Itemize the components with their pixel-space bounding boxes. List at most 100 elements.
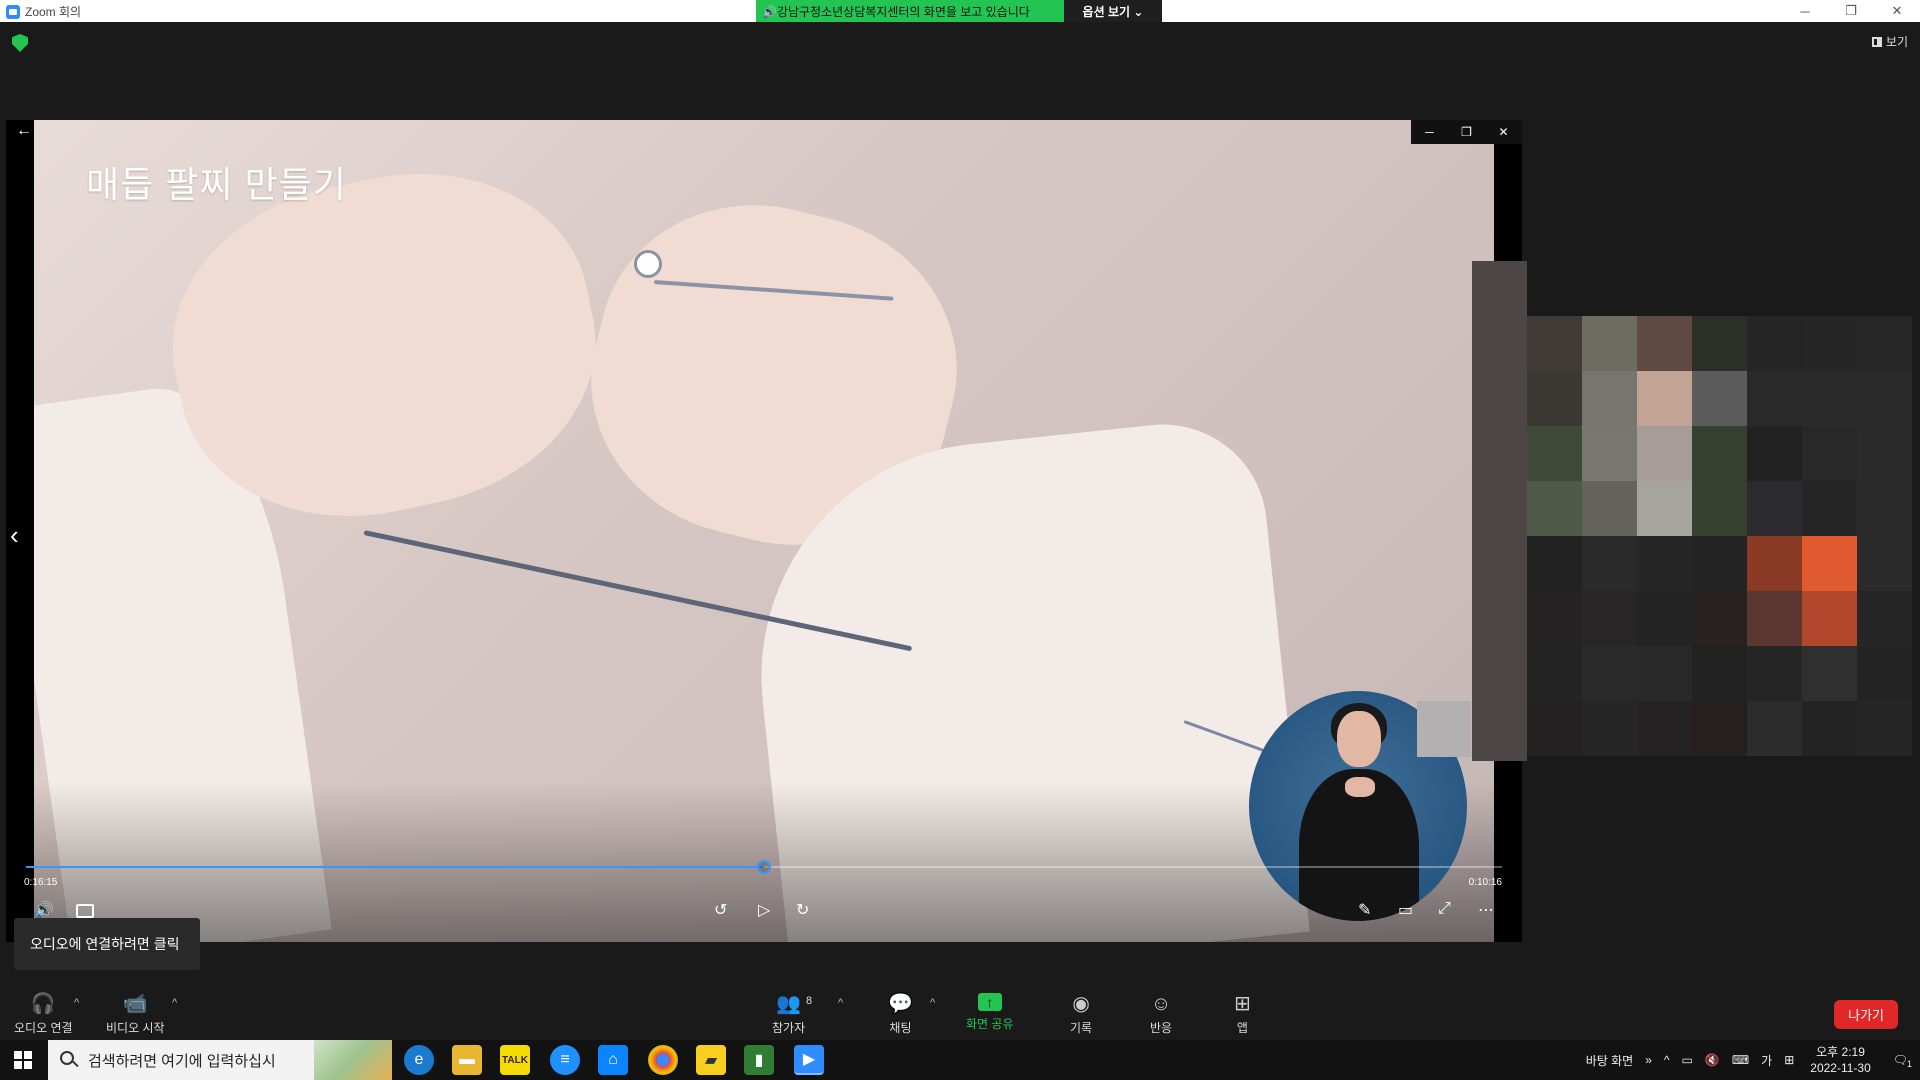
- mosaic-cell: [1857, 316, 1912, 371]
- ime-indicator[interactable]: 가: [1755, 1052, 1778, 1069]
- participants-caret-icon[interactable]: ^: [838, 997, 843, 1009]
- keyboard-icon[interactable]: ⌨: [1726, 1053, 1755, 1067]
- fullscreen-icon[interactable]: ⤢: [1438, 900, 1451, 918]
- forward-30-icon[interactable]: ↻: [796, 900, 809, 920]
- app-title: Zoom 회의: [6, 3, 81, 20]
- mosaic-cell: [1637, 426, 1692, 481]
- volume-muted-icon[interactable]: 🔇: [1699, 1053, 1726, 1067]
- window-titlebar: Zoom 회의 🔊강남구청소년상담복지센터의 화면을 보고 있습니다 옵션 보기…: [0, 0, 1920, 22]
- messenger-icon[interactable]: ≡: [550, 1045, 580, 1075]
- mosaic-cell: [1692, 591, 1747, 646]
- bracelet-bead: [634, 250, 662, 278]
- video-progress-knob[interactable]: [757, 860, 771, 874]
- network-icon[interactable]: ▭: [1676, 1053, 1699, 1067]
- mosaic-cell: [1582, 481, 1637, 536]
- record-button[interactable]: ◉ 기록: [1070, 993, 1092, 1036]
- video-title: 매듭 팔찌 만들기: [86, 164, 347, 205]
- viewer-restore-icon[interactable]: ❐: [1448, 120, 1485, 144]
- desktop-toolbar-label[interactable]: 바탕 화면: [1580, 1052, 1640, 1069]
- interpreter-hands: [1345, 777, 1375, 797]
- participants-button[interactable]: 👥 참가자: [772, 993, 805, 1036]
- mosaic-cell: [1527, 426, 1582, 481]
- close-icon[interactable]: ✕: [1874, 0, 1920, 22]
- participant-video-side-panel: [1472, 261, 1527, 761]
- video-options-caret-icon[interactable]: ^: [172, 997, 177, 1009]
- restore-icon[interactable]: ❐: [1828, 0, 1874, 22]
- mosaic-cell: [1802, 426, 1857, 481]
- edge-icon[interactable]: e: [404, 1045, 434, 1075]
- video-progress-fill: [26, 866, 764, 868]
- audio-connect-label: 오디오 연결: [14, 1021, 73, 1035]
- mosaic-cell: [1857, 426, 1912, 481]
- back-arrow-icon[interactable]: ←: [16, 122, 32, 140]
- audio-tooltip: 오디오에 연결하려면 클릭: [14, 918, 200, 970]
- share-banner-message: 🔊강남구청소년상담복지센터의 화면을 보고 있습니다: [756, 0, 1064, 22]
- chevron-left-icon[interactable]: ‹: [10, 520, 19, 551]
- clock[interactable]: 오후 2:19 2022-11-30: [1800, 1044, 1881, 1076]
- window-title: Zoom 회의: [25, 5, 82, 19]
- video-progress-bar[interactable]: [26, 860, 1502, 874]
- window-controls: ─ ❐ ✕: [1782, 0, 1920, 22]
- mosaic-cell: [1527, 591, 1582, 646]
- more-options-icon[interactable]: ⋯: [1478, 900, 1494, 920]
- apps-button[interactable]: ⊞ 앱: [1234, 993, 1251, 1036]
- sticky-notes-icon[interactable]: ▰: [696, 1045, 726, 1075]
- chevron-right-icon[interactable]: »: [1639, 1053, 1658, 1067]
- file-explorer-icon[interactable]: ▬: [452, 1045, 482, 1075]
- mosaic-cell: [1582, 316, 1637, 371]
- reactions-button[interactable]: ☺ 반응: [1150, 993, 1172, 1036]
- chart-app-icon[interactable]: ▮: [744, 1045, 774, 1075]
- start-video-button[interactable]: 📹 비디오 시작: [106, 993, 165, 1036]
- grid-icon: [1871, 36, 1882, 47]
- zoom-logo-icon: [6, 4, 20, 19]
- mosaic-cell: [1692, 646, 1747, 701]
- reactions-label: 반응: [1150, 1021, 1173, 1035]
- share-screen-button[interactable]: ↑ 화면 공유: [966, 993, 1014, 1032]
- taskbar-search[interactable]: 검색하려면 여기에 입력하십시: [48, 1040, 392, 1080]
- mosaic-cell: [1692, 316, 1747, 371]
- store-app-icon[interactable]: ⌂: [598, 1045, 628, 1075]
- mosaic-cell: [1637, 316, 1692, 371]
- audio-options-caret-icon[interactable]: ^: [74, 997, 79, 1009]
- share-screen-label: 화면 공유: [966, 1017, 1014, 1031]
- mosaic-cell: [1802, 316, 1857, 371]
- mosaic-cell: [1582, 591, 1637, 646]
- pencil-icon[interactable]: ✎: [1358, 900, 1371, 920]
- viewer-close-icon[interactable]: ✕: [1485, 120, 1522, 144]
- kakaotalk-icon[interactable]: TALK: [500, 1045, 530, 1075]
- reactions-icon: ☺: [1150, 993, 1172, 1015]
- leave-button[interactable]: 나가기: [1834, 1000, 1898, 1029]
- mosaic-cell: [1747, 371, 1802, 426]
- viewer-minimize-icon[interactable]: ─: [1411, 120, 1448, 144]
- mosaic-cell: [1527, 701, 1582, 756]
- view-options-button[interactable]: 옵션 보기 ⌄: [1064, 0, 1162, 22]
- chrome-icon[interactable]: [648, 1045, 678, 1075]
- encryption-shield-icon[interactable]: [12, 34, 28, 52]
- search-highlight-image: [314, 1040, 392, 1080]
- rewind-10-icon[interactable]: ↺: [714, 900, 727, 920]
- captions-icon[interactable]: [76, 904, 94, 918]
- clock-time: 오후 2:19: [1816, 1045, 1865, 1059]
- chevron-up-icon[interactable]: ^: [1658, 1053, 1676, 1067]
- chat-button[interactable]: 💬 채팅: [888, 993, 913, 1036]
- chat-caret-icon[interactable]: ^: [930, 997, 935, 1009]
- minimize-icon[interactable]: ─: [1782, 0, 1828, 22]
- zoom-taskbar-icon[interactable]: ▶: [794, 1045, 824, 1075]
- volume-icon[interactable]: 🔊: [34, 900, 54, 920]
- play-icon[interactable]: ▷: [758, 900, 770, 920]
- mosaic-cell: [1692, 481, 1747, 536]
- windows-start-icon[interactable]: [14, 1051, 32, 1069]
- view-button[interactable]: 보기: [1871, 33, 1908, 50]
- mosaic-cell: [1692, 426, 1747, 481]
- mosaic-cell: [1747, 591, 1802, 646]
- mosaic-cell: [1747, 701, 1802, 756]
- taskbar-search-placeholder: 검색하려면 여기에 입력하십시: [88, 1052, 276, 1070]
- mosaic-cell: [1637, 701, 1692, 756]
- ime-mode-icon[interactable]: ⊞: [1778, 1053, 1800, 1067]
- mosaic-cell: [1692, 701, 1747, 756]
- chat-icon: 💬: [888, 993, 913, 1015]
- mosaic-cell: [1637, 536, 1692, 591]
- picture-in-picture-icon[interactable]: ▭: [1398, 900, 1413, 920]
- notification-icon[interactable]: 🗨 1: [1881, 1053, 1920, 1069]
- audio-connect-button[interactable]: 🎧 오디오 연결: [14, 993, 73, 1036]
